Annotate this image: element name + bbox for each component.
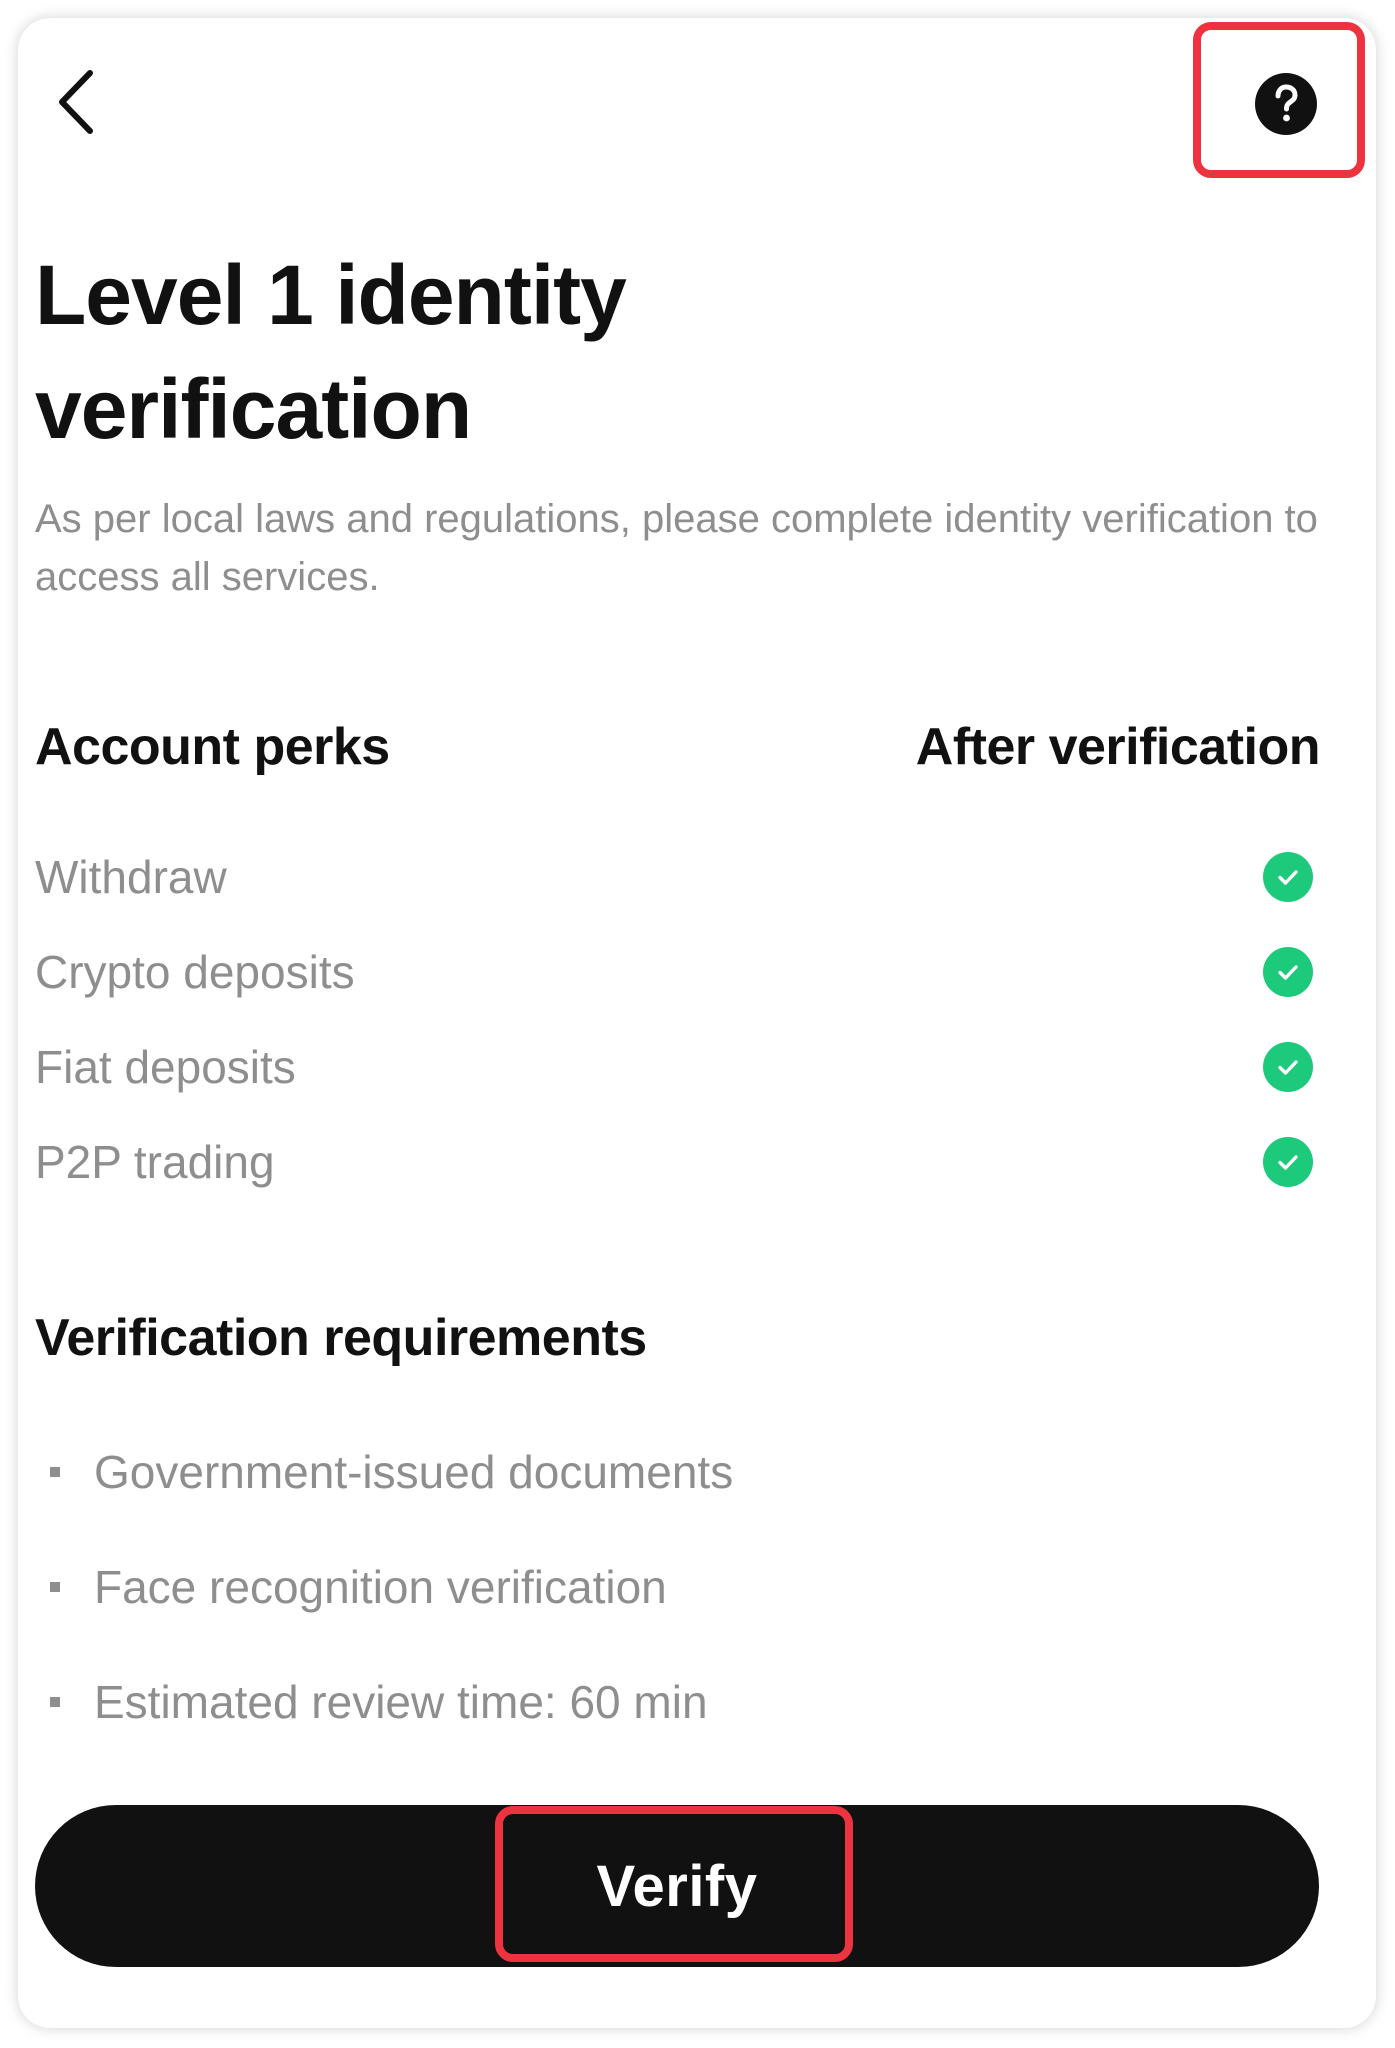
requirements-heading: Verification requirements <box>35 1309 647 1367</box>
requirement-label: Estimated review time: 60 min <box>94 1676 708 1728</box>
chevron-left-icon <box>59 70 93 134</box>
bullet-icon <box>50 1467 60 1477</box>
perk-row: Crypto deposits <box>35 932 1320 1012</box>
verify-button-label: Verify <box>596 1853 758 1919</box>
perk-label-crypto-deposits: Crypto deposits <box>35 946 355 998</box>
perk-label-p2p-trading: P2P trading <box>35 1136 275 1188</box>
requirement-label: Government-issued documents <box>94 1446 734 1498</box>
perk-row: Withdraw <box>35 837 1320 917</box>
help-button[interactable] <box>1255 73 1317 135</box>
perk-label-fiat-deposits: Fiat deposits <box>35 1041 296 1093</box>
page-title: Level 1 identity verification <box>35 248 627 456</box>
requirement-item: Government-issued documents <box>50 1437 1250 1507</box>
perks-header: Account perks After verification <box>35 712 1321 782</box>
requirement-label: Face recognition verification <box>94 1561 667 1613</box>
check-circle-icon <box>1263 852 1313 902</box>
check-circle-icon <box>1263 1137 1313 1187</box>
check-circle-icon <box>1263 1042 1313 1092</box>
account-perks-heading: Account perks <box>35 718 390 776</box>
after-verification-heading: After verification <box>915 718 1321 776</box>
verify-button[interactable]: Verify <box>35 1805 1319 1967</box>
perk-row: Fiat deposits <box>35 1027 1320 1107</box>
bullet-icon <box>50 1697 60 1707</box>
back-button[interactable] <box>46 62 106 142</box>
perk-row: P2P trading <box>35 1122 1320 1202</box>
page-subtitle: As per local laws and regulations, pleas… <box>35 497 1318 599</box>
question-circle-icon <box>1275 84 1298 122</box>
requirement-item: Face recognition verification <box>50 1552 1250 1622</box>
page: Level 1 identity verification As per loc… <box>0 0 1395 2048</box>
perk-label-withdraw: Withdraw <box>35 851 227 903</box>
requirement-item: Estimated review time: 60 min <box>50 1667 1250 1737</box>
bullet-icon <box>50 1582 60 1592</box>
check-circle-icon <box>1263 947 1313 997</box>
